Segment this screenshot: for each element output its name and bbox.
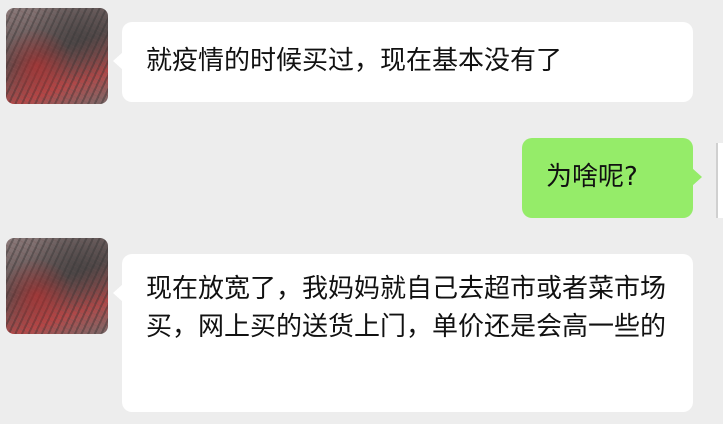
message-text: 现在放宽了，我妈妈就自己去超市或者菜市场买，网上买的送货上门，单价还是会高一些的	[146, 274, 667, 342]
message-bubble-outgoing[interactable]: 为啥呢?	[522, 138, 702, 218]
message-text: 就疫情的时候买过，现在基本没有了	[146, 46, 563, 76]
message-text: 为啥呢?	[546, 162, 638, 192]
self-avatar-edge	[716, 143, 723, 218]
contact-avatar-icon[interactable]	[6, 238, 108, 334]
message-bubble-incoming[interactable]: 就疫情的时候买过，现在基本没有了	[113, 22, 693, 102]
message-bubble-incoming[interactable]: 现在放宽了，我妈妈就自己去超市或者菜市场买，网上买的送货上门，单价还是会高一些的	[113, 254, 693, 412]
contact-avatar-icon[interactable]	[6, 8, 108, 104]
